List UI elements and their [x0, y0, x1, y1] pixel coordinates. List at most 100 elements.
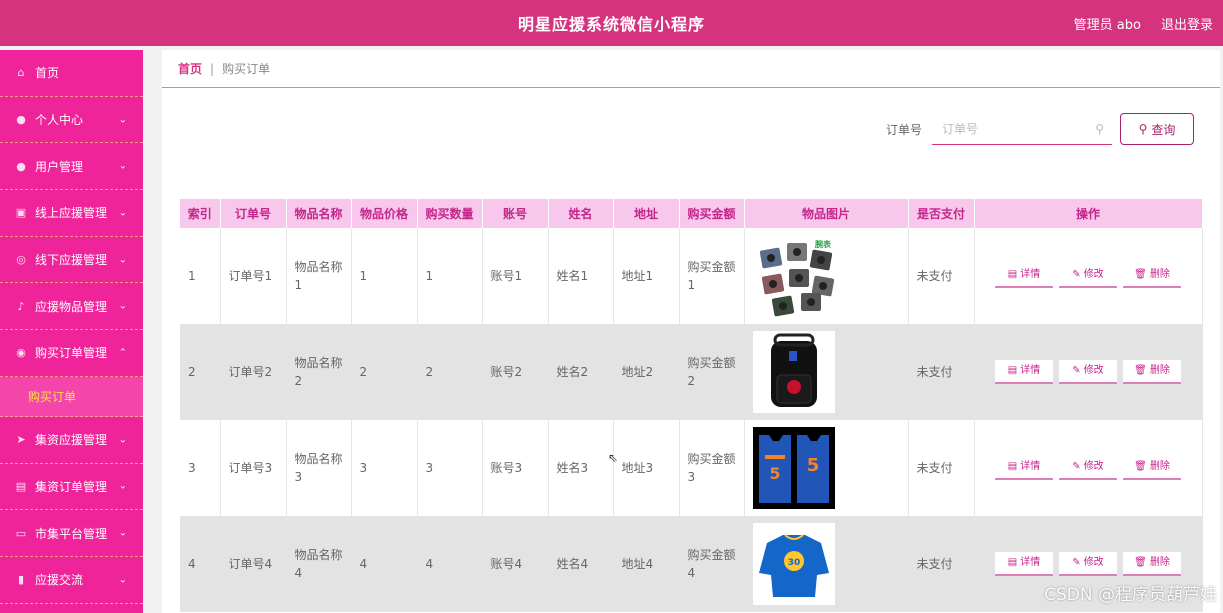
sidebar-item-label: 集资订单管理: [35, 479, 108, 494]
sidebar-item-9[interactable]: ▭ 市集平台管理 ⌄: [0, 510, 143, 557]
mouse-cursor-icon: ⇖: [608, 451, 619, 465]
sidebar-item-6[interactable]: ◉ 购买订单管理 ⌃: [0, 330, 143, 377]
edit-label: 修改: [1083, 461, 1104, 472]
sidebar-item-label: 线上应援管理: [35, 206, 108, 221]
detail-label: 详情: [1020, 557, 1041, 568]
compass-icon: ◎: [16, 253, 26, 267]
sidebar: ⌂ 首页 ● 个人中心 ⌄ ● 用户管理 ⌄ ▣ 线上应援管理 ⌄ ◎ 线下应援…: [0, 50, 143, 613]
sidebar-subitem-purchase-orders[interactable]: 购买订单: [0, 376, 143, 417]
paid-status-cell: 未支付: [908, 516, 975, 612]
badges-image: 腕表: [752, 235, 835, 317]
sidebar-item-10[interactable]: ▮ 应援交流 ⌄: [0, 557, 143, 604]
item-image-cell: 30: [744, 516, 909, 612]
delete-button[interactable]: 🗑 删除: [1123, 360, 1181, 384]
sidebar-item-label: 用户管理: [35, 159, 84, 174]
chevron-icon: ⌄: [118, 480, 127, 492]
actions-cell: ▤ 详情 ✎ 修改 🗑 删除: [974, 324, 1203, 420]
edit-icon: ✎: [1072, 461, 1081, 472]
column-header: 地址: [613, 199, 680, 228]
sidebar-item-5[interactable]: ♪ 应援物品管理 ⌄: [0, 283, 143, 331]
account-cell: 账号4: [482, 516, 549, 612]
chevron-icon: ⌄: [118, 160, 127, 172]
chevron-icon: ⌄: [118, 114, 127, 126]
svg-text:30: 30: [787, 558, 800, 568]
detail-button[interactable]: ▤ 详情: [995, 360, 1053, 384]
sidebar-item-1[interactable]: ● 个人中心 ⌄: [0, 97, 143, 144]
sidebar-item-label: 首页: [35, 66, 60, 81]
sidebar-item-2[interactable]: ● 用户管理 ⌄: [0, 143, 143, 191]
search-input[interactable]: [942, 121, 1082, 136]
column-header: 索引: [180, 199, 221, 228]
sidebar-item-8[interactable]: ▤ 集资订单管理 ⌄: [0, 464, 143, 511]
query-button[interactable]: ⚲ 查询: [1120, 113, 1194, 145]
orders-table: 索引 订单号 物品名称 物品价格 购买数量 账号 姓名 地址 购买金额 物品图片 是否支付 操作 1 订…: [180, 199, 1203, 612]
amount-cell: 购买金额4: [679, 516, 745, 612]
chevron-icon: ⌄: [118, 574, 127, 586]
sidebar-item-label: 集资应援管理: [35, 433, 108, 448]
sidebar-item-4[interactable]: ◎ 线下应援管理 ⌄: [0, 237, 143, 284]
sidebar-subitem-label: 购买订单: [28, 389, 77, 404]
query-button-label: 查询: [1151, 122, 1176, 137]
detail-button[interactable]: ▤ 详情: [995, 552, 1053, 576]
edit-button[interactable]: ✎ 修改: [1059, 264, 1117, 288]
item-name-cell: 物品名称1: [286, 228, 352, 324]
delete-button[interactable]: 🗑 删除: [1123, 552, 1181, 576]
table-row: 2 订单号2 物品名称2 2 2 账号2 姓名2 地址2 购买金额2 未支付 ▤ 详情 ✎ 修改 🗑…: [180, 324, 1203, 420]
delete-button[interactable]: 🗑 删除: [1123, 264, 1181, 288]
sidebar-item-3[interactable]: ▣ 线上应援管理 ⌄: [0, 190, 143, 237]
address-cell: 地址2: [613, 324, 680, 420]
user-icon: ●: [16, 113, 26, 127]
amount-cell: 购买金额1: [679, 228, 745, 324]
clipboard-icon: ▣: [15, 206, 27, 220]
top-bar: 明星应援系统微信小程序 管理员 abo 退出登录: [0, 0, 1223, 46]
delete-label: 删除: [1149, 461, 1170, 472]
user-icon: ●: [16, 159, 26, 173]
edit-label: 修改: [1083, 365, 1104, 376]
search-field[interactable]: ⚲: [932, 113, 1112, 145]
order-no-cell: 订单号4: [220, 516, 287, 612]
table-header-row: 索引 订单号 物品名称 物品价格 购买数量 账号 姓名 地址 购买金额 物品图片 是否支付 操作: [180, 199, 1203, 228]
detail-button[interactable]: ▤ 详情: [995, 456, 1053, 480]
app-title: 明星应援系统微信小程序: [517, 15, 705, 34]
detail-icon: ▤: [1007, 461, 1018, 472]
edit-button[interactable]: ✎ 修改: [1059, 552, 1117, 576]
search-bar: 订单号 ⚲ ⚲ 查询: [886, 113, 1194, 145]
amount-cell: 购买金额3: [679, 420, 745, 516]
breadcrumb-current: 购买订单: [222, 62, 271, 76]
sidebar-item-label: 应援物品管理: [35, 299, 108, 314]
breadcrumb-home[interactable]: 首页: [178, 60, 202, 77]
delete-button[interactable]: 🗑 删除: [1123, 456, 1181, 480]
person-name-cell: 姓名2: [548, 324, 614, 420]
person-name-cell: 姓名3: [548, 420, 614, 516]
edit-button[interactable]: ✎ 修改: [1059, 456, 1117, 480]
column-header: 是否支付: [908, 199, 975, 228]
quantity-cell: 4: [417, 516, 483, 612]
sidebar-item-label: 市集平台管理: [35, 526, 108, 541]
admin-user: 管理员 abo: [1073, 17, 1141, 33]
sidebar-item-7[interactable]: ➤ 集资应援管理 ⌄: [0, 417, 143, 464]
chevron-icon: ⌃: [118, 347, 127, 359]
item-image-cell: 腕表: [744, 228, 909, 324]
edit-icon: ✎: [1072, 269, 1081, 280]
send-icon: ➤: [16, 433, 26, 447]
detail-button[interactable]: ▤ 详情: [995, 264, 1053, 288]
chevron-icon: ⌄: [118, 527, 127, 539]
index-cell: 3: [180, 420, 221, 516]
item-name-cell: 物品名称2: [286, 324, 352, 420]
paid-status-cell: 未支付: [908, 228, 975, 324]
index-cell: 1: [180, 228, 221, 324]
watermark: CSDN @程序员葫芦娃: [1044, 585, 1217, 605]
edit-label: 修改: [1083, 269, 1104, 280]
sidebar-item-0[interactable]: ⌂ 首页: [0, 50, 143, 97]
item-image-cell: 5 5: [744, 420, 909, 516]
sweater-image: 30: [752, 523, 835, 605]
item-name-cell: 物品名称3: [286, 420, 352, 516]
sidebar-item-label: 个人中心: [35, 113, 84, 128]
column-header: 姓名: [548, 199, 614, 228]
edit-label: 修改: [1083, 557, 1104, 568]
account-cell: 账号1: [482, 228, 549, 324]
edit-icon: ✎: [1072, 557, 1081, 568]
edit-button[interactable]: ✎ 修改: [1059, 360, 1117, 384]
logout-button[interactable]: 退出登录: [1161, 14, 1213, 33]
quantity-cell: 3: [417, 420, 483, 516]
